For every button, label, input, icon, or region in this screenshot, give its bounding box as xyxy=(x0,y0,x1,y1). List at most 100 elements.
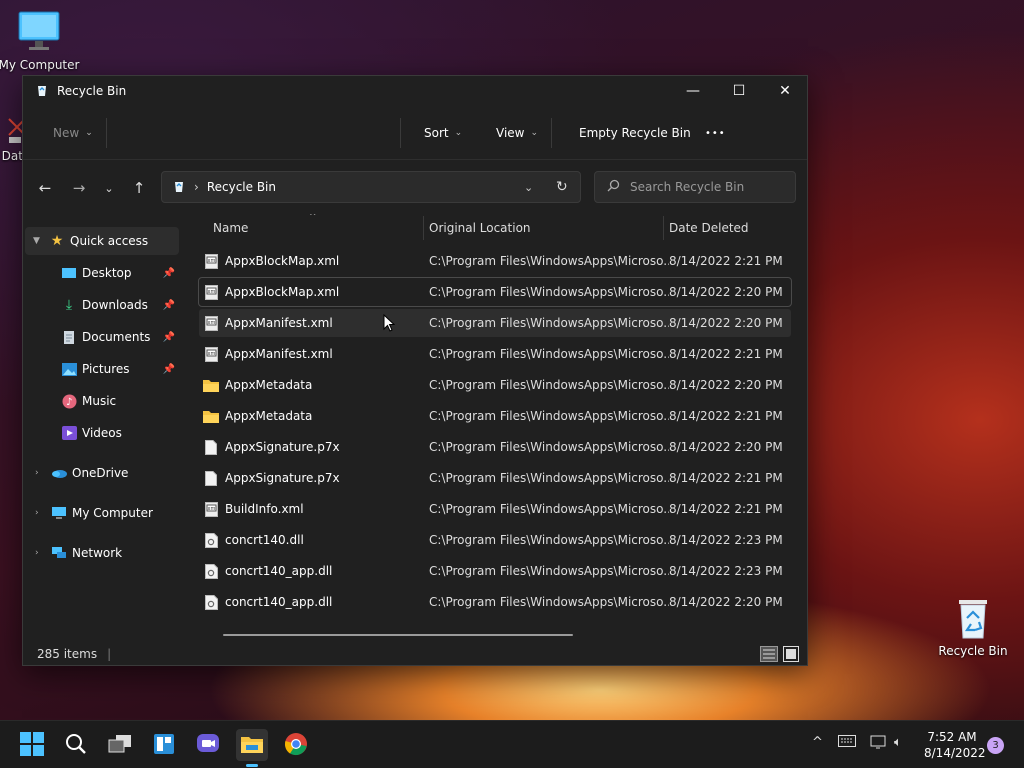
file-name: AppxMetadata xyxy=(225,378,313,392)
pin-icon[interactable]: 📌 xyxy=(163,364,175,375)
task-view-button[interactable] xyxy=(104,729,136,761)
nav-item-music[interactable]: ♪ Music xyxy=(25,387,179,415)
date-deleted: 8/14/2022 2:20 PM xyxy=(669,285,783,299)
column-header-date[interactable]: Date Deleted xyxy=(669,214,749,242)
widgets-button[interactable] xyxy=(148,729,180,761)
item-count: 285 items xyxy=(37,647,98,661)
table-row[interactable]: xml AppxManifest.xml C:\Program Files\Win… xyxy=(199,340,791,368)
chrome-button[interactable] xyxy=(280,729,312,761)
recycle-bin-small-icon xyxy=(172,179,186,196)
column-divider[interactable] xyxy=(423,216,424,240)
picture-icon xyxy=(61,361,77,377)
chevron-right-icon: › xyxy=(35,468,39,478)
original-location: C:\Program Files\WindowsApps\Microso... xyxy=(429,409,669,423)
column-header-name[interactable]: Name xyxy=(213,214,248,242)
pin-icon[interactable]: 📌 xyxy=(163,332,175,343)
pin-icon[interactable]: 📌 xyxy=(163,268,175,279)
table-row[interactable]: xml AppxBlockMap.xml C:\Program Files\Win… xyxy=(198,277,792,307)
up-button[interactable]: ↑ xyxy=(125,176,153,200)
folder-icon xyxy=(203,377,219,393)
search-button[interactable] xyxy=(60,729,92,761)
date-deleted: 8/14/2022 2:21 PM xyxy=(669,471,783,485)
table-row[interactable]: AppxMetadata C:\Program Files\WindowsApp… xyxy=(199,402,791,430)
desktop-icon-label: My Computer xyxy=(0,58,80,72)
forward-button[interactable]: → xyxy=(65,176,93,200)
file-explorer-taskbar-button[interactable] xyxy=(236,729,268,767)
tiles-view-icon[interactable] xyxy=(783,646,799,665)
column-header-location[interactable]: Original Location xyxy=(429,214,531,242)
volume-icon[interactable]: 🔈︎ xyxy=(894,735,902,750)
nav-label: Documents xyxy=(82,330,151,344)
refresh-icon[interactable]: ↻ xyxy=(556,179,568,195)
search-input[interactable] xyxy=(630,180,780,194)
table-row[interactable]: concrt140.dll C:\Program Files\WindowsAp… xyxy=(199,526,791,554)
search-box[interactable] xyxy=(594,171,796,203)
more-options-button[interactable]: ••• xyxy=(705,121,726,145)
nav-item-onedrive[interactable]: › OneDrive xyxy=(25,459,179,487)
nav-item-quick-access[interactable]: ▼ ★ Quick access xyxy=(25,227,179,255)
nav-label: Downloads xyxy=(82,298,148,312)
table-row[interactable]: AppxMetadata C:\Program Files\WindowsApp… xyxy=(199,371,791,399)
empty-recycle-bin-button[interactable]: Empty Recycle Bin xyxy=(579,121,691,145)
chat-icon xyxy=(196,733,220,758)
new-label: New xyxy=(53,126,80,140)
search-icon xyxy=(65,733,87,758)
breadcrumb[interactable]: Recycle Bin xyxy=(207,180,276,194)
original-location: C:\Program Files\WindowsApps\Microso... xyxy=(429,440,669,454)
close-button[interactable]: ✕ xyxy=(762,76,808,106)
table-row[interactable]: xml BuildInfo.xml C:\Program Files\Window… xyxy=(199,495,791,523)
maximize-button[interactable]: ☐ xyxy=(716,76,762,106)
date-deleted: 8/14/2022 2:21 PM xyxy=(669,347,783,361)
nav-item-pictures[interactable]: Pictures 📌 xyxy=(25,355,179,383)
desktop-icon-my-computer[interactable]: My Computer xyxy=(0,10,82,72)
chat-button[interactable] xyxy=(192,729,224,761)
nav-item-videos[interactable]: Videos xyxy=(25,419,179,447)
address-dropdown-chevron-icon[interactable]: ⌄ xyxy=(524,181,533,194)
recycle-bin-icon xyxy=(953,596,993,640)
nav-item-my-computer[interactable]: › My Computer xyxy=(25,499,179,527)
address-bar[interactable]: › Recycle Bin ⌄ ↻ xyxy=(161,171,581,203)
original-location: C:\Program Files\WindowsApps\Microso... xyxy=(429,564,669,578)
table-row[interactable]: AppxSignature.p7x C:\Program Files\Windo… xyxy=(199,433,791,461)
table-row[interactable]: xml AppxBlockMap.xml C:\Program Files\Win… xyxy=(199,247,791,275)
video-icon xyxy=(61,425,77,441)
arrow-left-icon: ← xyxy=(38,179,52,197)
nav-label: Videos xyxy=(82,426,122,440)
minimize-button[interactable]: — xyxy=(670,76,716,106)
original-location: C:\Program Files\WindowsApps\Microso... xyxy=(429,254,669,268)
recent-locations-button[interactable]: ⌄ xyxy=(95,176,123,200)
monitor-icon xyxy=(51,505,67,521)
task-view-icon xyxy=(108,734,132,757)
new-button[interactable]: New ⌄ xyxy=(53,121,93,145)
details-view-icon[interactable] xyxy=(760,646,778,665)
table-row[interactable]: xml AppxManifest.xml C:\Program Files\Win… xyxy=(199,309,791,337)
desktop-icon-recycle-bin[interactable]: Recycle Bin xyxy=(930,596,1016,658)
generic-file-icon xyxy=(203,439,219,455)
show-hidden-icons-chevron-icon[interactable]: ^ xyxy=(812,735,823,750)
table-row[interactable]: concrt140_app.dll C:\Program Files\Windo… xyxy=(199,557,791,585)
nav-item-desktop[interactable]: Desktop 📌 xyxy=(25,259,179,287)
file-name: AppxManifest.xml xyxy=(225,347,333,361)
view-button[interactable]: View ⌄ xyxy=(496,121,538,145)
table-row[interactable]: concrt140_app.dll C:\Program Files\Windo… xyxy=(199,588,791,616)
pin-icon[interactable]: 📌 xyxy=(163,300,175,311)
column-divider[interactable] xyxy=(663,216,664,240)
notification-badge[interactable]: 3 xyxy=(987,737,1004,754)
table-row[interactable]: AppxSignature.p7x C:\Program Files\Windo… xyxy=(199,464,791,492)
nav-item-network[interactable]: › Network xyxy=(25,539,179,567)
original-location: C:\Program Files\WindowsApps\Microso... xyxy=(429,285,669,299)
svg-text:xml: xml xyxy=(207,320,216,326)
dll-file-icon xyxy=(203,532,219,548)
horizontal-scrollbar-thumb[interactable] xyxy=(223,634,573,636)
network-status-icon[interactable] xyxy=(870,735,888,755)
empty-label: Empty Recycle Bin xyxy=(579,126,691,140)
nav-item-documents[interactable]: Documents 📌 xyxy=(25,323,179,351)
sort-button[interactable]: Sort ⌄ xyxy=(424,121,462,145)
nav-item-downloads[interactable]: ⤓ Downloads 📌 xyxy=(25,291,179,319)
clock[interactable]: 7:52 AM 8/14/2022 xyxy=(924,729,986,761)
window-title: Recycle Bin xyxy=(57,84,127,98)
chevron-down-icon: ⌄ xyxy=(104,181,114,195)
keyboard-icon[interactable] xyxy=(838,735,856,751)
start-button[interactable] xyxy=(16,729,48,761)
back-button[interactable]: ← xyxy=(31,176,59,200)
